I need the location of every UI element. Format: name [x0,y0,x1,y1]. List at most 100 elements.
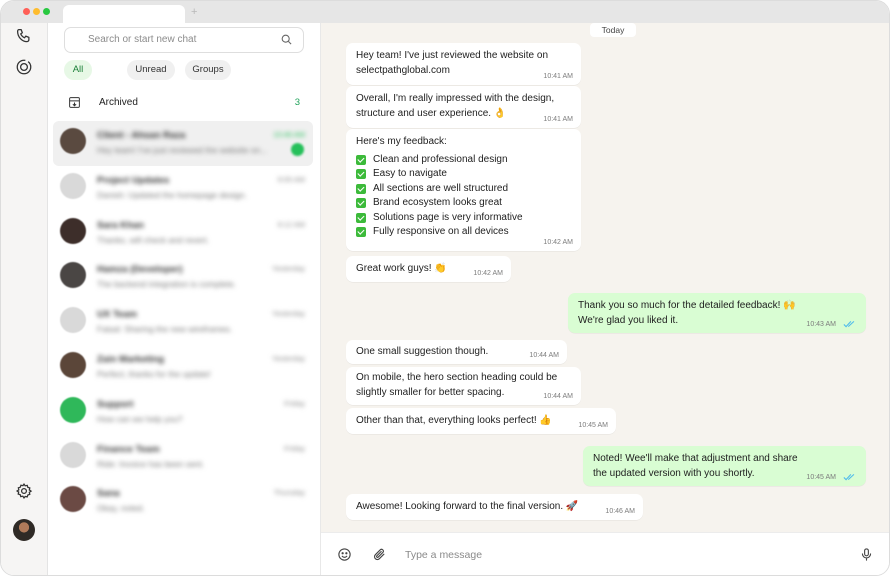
archived-label: Archived [99,97,138,108]
search-box[interactable]: Search or start new chat [64,27,304,53]
checkmark-icon [356,212,366,223]
avatar [60,351,86,378]
message-line: selectpathglobal.com [356,64,450,76]
group-avatar [60,441,86,468]
chat-item-project-updates[interactable]: Project Updates Danish: Updated the home… [53,166,313,211]
message-composer [321,532,889,575]
chat-name: UX Team [97,309,137,321]
profile-avatar[interactable] [13,519,35,541]
chat-item-ux-team[interactable]: UX Team Faisal: Sharing the new wirefram… [53,300,313,345]
filter-all-chip[interactable]: All [64,60,92,80]
filter-groups-chip[interactable]: Groups [185,60,231,80]
chat-name: Support [97,398,134,410]
archived-row[interactable]: Archived 3 [68,95,306,113]
search-input[interactable]: Search or start new chat [88,33,196,47]
message-time: 10:46 AM [605,508,635,515]
new-tab-button[interactable]: + [191,5,197,19]
group-avatar [60,307,86,334]
message-time: 10:41 AM [543,116,573,123]
chat-name: Hamza (Developer) [97,264,183,276]
message-line: Noted! Wee'll make that adjustment and s… [593,453,798,464]
checklist-text: Clean and professional design [373,153,508,165]
message-time: 10:45 AM [578,422,608,429]
message-text: On mobile, the hero section heading coul… [356,371,557,400]
message-bubble-outgoing[interactable]: Noted! Wee'll make that adjustment and s… [583,446,866,486]
settings-icon[interactable] [15,482,33,500]
message-time: 10:42 AM [543,239,573,246]
maximize-window-button[interactable] [43,8,50,15]
search-icon[interactable] [280,33,293,46]
chat-time: Friday [284,443,305,453]
checklist-item: Clean and professional design [356,153,523,168]
checklist-item: Easy to navigate [356,167,523,182]
avatar [60,396,86,423]
chat-time: Yesterday [271,264,305,274]
avatar [60,217,86,244]
checklist-text: Solutions page is very informative [373,211,523,223]
chat-name: Sara Khan [97,219,144,231]
chat-item-sana[interactable]: Sana Okay, noted. Thursday [53,479,313,524]
group-avatar [60,172,86,199]
chat-list-panel: Search or start new chat All Unread Grou… [48,23,321,575]
chat-time: Yesterday [271,353,305,363]
message-text: Overall, I'm really impressed with the d… [356,92,554,121]
chat-item-hamza-developer[interactable]: Hamza (Developer) The backend integratio… [53,255,313,300]
message-text: Awesome! Looking forward to the final ve… [356,500,578,515]
message-time: 10:45 AM [806,474,836,481]
message-time: 10:43 AM [806,321,836,328]
message-line: One small suggestion though. [356,346,489,357]
message-bubble-outgoing[interactable]: Thank you so much for the detailed feedb… [568,293,866,333]
checklist-text: All sections are well structured [373,182,509,194]
message-bubble-incoming[interactable]: Hey team! I've just reviewed the website… [346,43,581,85]
checkmark-icon [356,154,366,165]
message-line: Awesome! Looking forward to the final ve… [356,501,579,512]
chat-time: 10:46 AM [273,130,305,139]
minimize-window-button[interactable] [33,8,40,15]
avatar [60,128,86,154]
message-bubble-incoming[interactable]: Great work guys! 👏 10:42 AM [346,256,511,282]
message-line: Other than that, everything looks perfec… [356,415,552,426]
chat-preview: Ride: Invoice has been sent. [97,458,205,469]
chat-time: 9:12 AM [277,219,305,229]
message-time: 10:42 AM [473,270,503,277]
chat-preview: Hey team! I've just reviewed the website… [97,145,268,155]
chat-item-support[interactable]: Support How can we help you? Friday [53,390,313,435]
chat-item-client-ahsan-raza[interactable]: Client - Ahsan Raza Hey team! I've just … [53,121,313,166]
attach-icon[interactable] [372,547,387,562]
avatar [60,486,86,513]
chat-list: Client - Ahsan Raza Hey team! I've just … [53,121,313,524]
nav-rail [1,23,48,575]
chat-time: Yesterday [271,309,305,319]
chat-item-finance-team[interactable]: Finance Team Ride: Invoice has been sent… [53,435,313,480]
message-bubble-incoming[interactable]: Awesome! Looking forward to the final ve… [346,494,643,520]
message-bubble-incoming[interactable]: On mobile, the hero section heading coul… [346,367,581,405]
checkmark-icon [356,169,366,180]
message-bubble-incoming[interactable]: Other than that, everything looks perfec… [346,408,616,434]
microphone-icon[interactable] [859,547,874,562]
message-bubble-incoming[interactable]: One small suggestion though. 10:44 AM [346,340,567,364]
message-bubble-incoming[interactable]: Overall, I'm really impressed with the d… [346,86,581,128]
filter-unread-chip[interactable]: Unread [127,60,175,80]
message-line: slightly smaller for better spacing. [356,386,505,398]
archive-icon [69,97,80,108]
chat-preview: The backend integration is complete. [97,279,236,290]
checkmark-icon [356,183,366,194]
browser-tab[interactable] [63,5,185,23]
conversation-pane: Today Hey team! I've just reviewed the w… [321,23,889,532]
emoji-icon[interactable] [337,547,352,562]
message-bubble-feedback[interactable]: Here's my feedback: Clean and profession… [346,129,581,251]
read-receipt-icon [843,320,855,328]
avatar [60,262,86,289]
date-divider: Today [590,23,636,37]
message-input[interactable] [405,546,845,564]
chat-name: Client - Ahsan Raza [97,130,186,141]
chat-item-sara-khan[interactable]: Sara Khan Thanks, will check and revert.… [53,211,313,256]
message-text: Thank you so much for the detailed feedb… [578,299,796,328]
chat-time: 9:05 AM [277,174,305,184]
chat-item-zain-marketing[interactable]: Zain Marketing Perfect, thanks for the u… [53,345,313,390]
phone-icon[interactable] [15,27,33,45]
checklist-item: Fully responsive on all devices [356,225,523,240]
read-receipt-icon [843,473,855,481]
close-window-button[interactable] [23,8,30,15]
status-icon[interactable] [15,58,33,76]
